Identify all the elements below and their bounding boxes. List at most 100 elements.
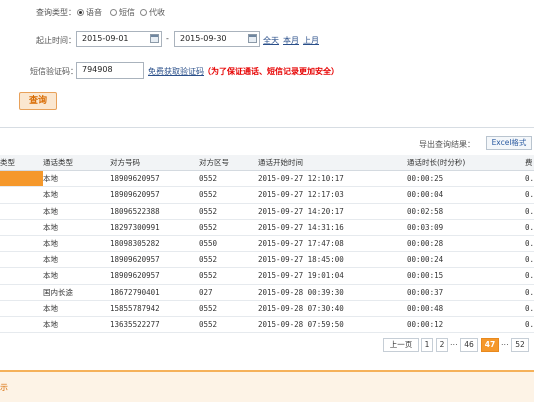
cell-type <box>0 300 43 317</box>
cell-call-type: 国内长途 <box>43 284 110 301</box>
cell-type <box>0 219 43 236</box>
table-row[interactable]: 本地 18909620957 0552 2015-09-27 18:45:00 … <box>0 251 534 269</box>
col-header-number: 对方号码 <box>110 155 199 172</box>
prev-page-button[interactable]: 上一页 <box>383 338 419 352</box>
table-row[interactable]: 本地 18096522388 0552 2015-09-27 14:20:17 … <box>0 203 534 220</box>
cell-start-time: 2015-09-27 19:01:04 <box>258 267 407 285</box>
cell-duration: 00:00:28 <box>407 235 525 253</box>
cell-start-time: 2015-09-27 12:17:03 <box>258 186 407 204</box>
radio-dot-icon <box>110 9 117 16</box>
col-header-fee: 费 <box>525 155 534 172</box>
radio-sms-label: 短信 <box>119 8 135 17</box>
query-button[interactable]: 查询 <box>19 92 57 110</box>
cell-type <box>0 170 43 188</box>
radio-sms[interactable]: 短信 <box>110 7 135 18</box>
radio-dot-icon <box>77 9 84 16</box>
start-date-field[interactable]: 2015-09-01 <box>76 31 162 47</box>
bottom-tip-text: 示 <box>0 383 8 392</box>
cell-number: 18297300991 <box>110 219 199 236</box>
cell-number: 18909620957 <box>110 267 199 285</box>
cell-duration: 00:00:04 <box>407 186 525 204</box>
excel-export-button[interactable]: Excel格式 <box>486 136 532 150</box>
cell-type <box>0 235 43 253</box>
table-row[interactable]: 本地 18098305282 0550 2015-09-27 17:47:08 … <box>0 235 534 253</box>
cell-number: 18098305282 <box>110 235 199 253</box>
cell-call-type: 本地 <box>43 300 110 317</box>
page-46-button[interactable]: 46 <box>460 338 478 352</box>
cell-fee: 0. <box>525 186 534 204</box>
cell-type <box>0 267 43 285</box>
radio-voice-label: 语音 <box>86 8 102 17</box>
query-type-label: 查询类型： <box>36 8 76 17</box>
cell-call-type: 本地 <box>43 251 110 269</box>
page-1-button[interactable]: 1 <box>421 338 433 352</box>
col-header-area-code: 对方区号 <box>199 155 258 172</box>
cell-type <box>0 284 43 301</box>
cell-number: 18909620957 <box>110 170 199 188</box>
cell-duration: 00:00:25 <box>407 170 525 188</box>
cell-area-code: 027 <box>199 284 258 301</box>
bottom-tip-bar: 示 <box>0 370 534 402</box>
cell-number: 18909620957 <box>110 186 199 204</box>
start-date-value: 2015-09-01 <box>82 34 129 43</box>
cell-duration: 00:00:12 <box>407 316 525 334</box>
end-date-value: 2015-09-30 <box>180 34 227 43</box>
table-row[interactable]: 本地 13635522277 0552 2015-09-28 07:59:50 … <box>0 316 534 334</box>
cell-area-code: 0552 <box>199 219 258 236</box>
cell-start-time: 2015-09-27 14:20:17 <box>258 203 407 220</box>
table-row[interactable]: 本地 18909620957 0552 2015-09-27 12:17:03 … <box>0 186 534 204</box>
col-header-duration: 通话时长(时分秒) <box>407 155 525 172</box>
cell-start-time: 2015-09-27 12:10:17 <box>258 170 407 188</box>
cell-number: 18672790401 <box>110 284 199 301</box>
calendar-icon[interactable] <box>248 34 257 43</box>
radio-voice[interactable]: 语音 <box>77 7 102 18</box>
date-separator: - <box>166 34 169 43</box>
section-divider <box>0 127 534 128</box>
cell-start-time: 2015-09-27 14:31:16 <box>258 219 407 236</box>
calendar-icon[interactable] <box>150 34 159 43</box>
cell-type <box>0 316 43 334</box>
page-52-button[interactable]: 52 <box>511 338 529 352</box>
cell-duration: 00:02:58 <box>407 203 525 220</box>
link-all-day[interactable]: 全天 <box>263 35 279 46</box>
call-records-table: 类型 通话类型 对方号码 对方区号 通话开始时间 通话时长(时分秒) 费 本地 … <box>0 155 534 334</box>
table-row[interactable]: 本地 18297300991 0552 2015-09-27 14:31:16 … <box>0 219 534 236</box>
page-2-button[interactable]: 2 <box>436 338 448 352</box>
table-row[interactable]: 本地 18909620957 0552 2015-09-27 19:01:04 … <box>0 267 534 285</box>
cell-duration: 00:03:09 <box>407 219 525 236</box>
radio-collection[interactable]: 代收 <box>140 7 165 18</box>
cell-area-code: 0552 <box>199 300 258 317</box>
cell-area-code: 0552 <box>199 251 258 269</box>
link-last-month[interactable]: 上月 <box>303 35 319 46</box>
table-row[interactable]: 本地 15855787942 0552 2015-09-28 07:30:40 … <box>0 300 534 317</box>
cell-start-time: 2015-09-28 00:39:30 <box>258 284 407 301</box>
sms-code-value: 794908 <box>82 65 113 74</box>
cell-call-type: 本地 <box>43 235 110 253</box>
col-header-type: 类型 <box>0 155 43 172</box>
cell-call-type: 本地 <box>43 316 110 334</box>
cell-call-type: 本地 <box>43 267 110 285</box>
table-row[interactable]: 国内长途 18672790401 027 2015-09-28 00:39:30… <box>0 284 534 301</box>
sms-code-input[interactable]: 794908 <box>76 62 144 79</box>
cell-fee: 0. <box>525 203 534 220</box>
cell-start-time: 2015-09-27 18:45:00 <box>258 251 407 269</box>
cell-fee: 0. <box>525 316 534 334</box>
end-date-field[interactable]: 2015-09-30 <box>174 31 260 47</box>
cell-number: 15855787942 <box>110 300 199 317</box>
security-notice: （为了保证通话、短信记录更加安全） <box>203 67 339 76</box>
get-code-link[interactable]: 免费获取验证码 <box>148 66 204 77</box>
current-page-button[interactable]: 47 <box>481 338 499 352</box>
table-row[interactable]: 本地 18909620957 0552 2015-09-27 12:10:17 … <box>0 170 534 188</box>
export-label: 导出查询结果： <box>419 140 475 149</box>
cell-area-code: 0552 <box>199 203 258 220</box>
cell-fee: 0. <box>525 251 534 269</box>
cell-area-code: 0552 <box>199 267 258 285</box>
cell-fee: 0. <box>525 170 534 188</box>
radio-collection-label: 代收 <box>149 8 165 17</box>
cell-call-type: 本地 <box>43 170 110 188</box>
cell-call-type: 本地 <box>43 219 110 236</box>
cell-area-code: 0552 <box>199 316 258 334</box>
cell-type <box>0 203 43 220</box>
cell-area-code: 0552 <box>199 186 258 204</box>
link-this-month[interactable]: 本月 <box>283 35 299 46</box>
